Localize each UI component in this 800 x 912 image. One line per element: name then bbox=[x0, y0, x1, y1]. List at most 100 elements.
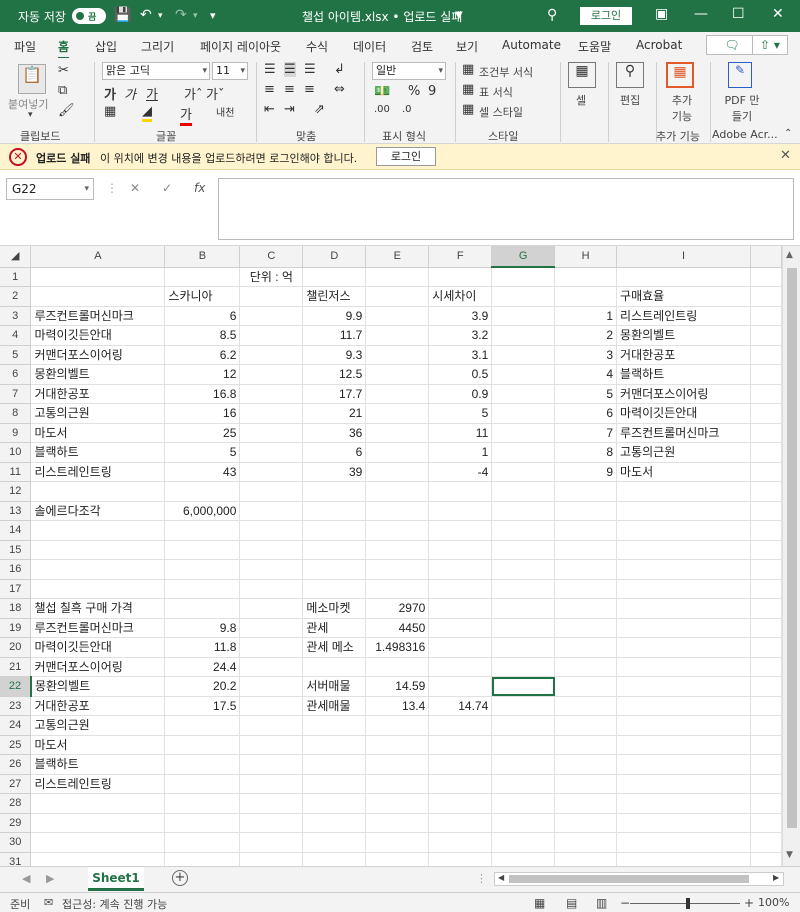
cell[interactable] bbox=[491, 735, 556, 755]
cell[interactable]: 마력이깃든안대 bbox=[616, 403, 751, 424]
cell[interactable] bbox=[491, 559, 556, 580]
cell[interactable] bbox=[302, 754, 367, 775]
font-size-select[interactable]: 11 ▾ bbox=[212, 62, 248, 80]
cell[interactable] bbox=[616, 813, 751, 833]
align-right-icon[interactable]: ≡ bbox=[304, 82, 315, 97]
message-login-button[interactable]: 로그인 bbox=[376, 147, 436, 166]
cell[interactable] bbox=[428, 520, 493, 541]
row-header[interactable]: 6 bbox=[0, 364, 32, 385]
cell[interactable] bbox=[616, 832, 751, 853]
cell[interactable] bbox=[30, 813, 166, 833]
page-layout-view-icon[interactable]: ▤ bbox=[566, 896, 577, 910]
cell[interactable]: 마도서 bbox=[30, 735, 166, 755]
cell[interactable]: 블랙하트 bbox=[30, 754, 166, 775]
cell[interactable] bbox=[616, 735, 751, 755]
tab-view[interactable]: 보기 bbox=[456, 38, 478, 55]
next-sheet-icon[interactable]: ▶ bbox=[46, 872, 54, 885]
cell[interactable]: 20.2 bbox=[164, 676, 241, 697]
cell[interactable]: 9.8 bbox=[164, 618, 241, 638]
increase-indent-icon[interactable]: ⇥ bbox=[284, 102, 295, 117]
cell[interactable] bbox=[30, 579, 166, 599]
cell[interactable] bbox=[164, 481, 241, 502]
cell[interactable]: 11.8 bbox=[164, 637, 241, 658]
cell[interactable]: 고통의근원 bbox=[30, 715, 166, 736]
cell[interactable] bbox=[239, 618, 304, 638]
cell[interactable]: 마력이깃든안대 bbox=[30, 325, 166, 346]
cell[interactable] bbox=[491, 364, 556, 385]
cell[interactable] bbox=[239, 286, 304, 307]
cell[interactable] bbox=[750, 267, 782, 287]
cell[interactable]: 6 bbox=[554, 403, 618, 424]
cell[interactable] bbox=[491, 540, 556, 560]
save-icon[interactable]: 💾 bbox=[114, 7, 131, 23]
cell[interactable] bbox=[491, 267, 556, 287]
cell[interactable] bbox=[30, 286, 166, 307]
row-header[interactable]: 16 bbox=[0, 559, 32, 580]
cell[interactable] bbox=[365, 735, 430, 755]
cell[interactable] bbox=[365, 286, 430, 307]
cell[interactable] bbox=[491, 306, 556, 326]
cell[interactable] bbox=[491, 520, 556, 541]
cell[interactable] bbox=[491, 501, 556, 521]
align-top-icon[interactable]: ☰ bbox=[264, 62, 276, 77]
cell[interactable] bbox=[554, 637, 618, 658]
decrease-decimal-icon[interactable]: .0 bbox=[402, 104, 412, 115]
cell[interactable]: 챌린저스 bbox=[302, 286, 367, 307]
row-header[interactable]: 10 bbox=[0, 442, 32, 463]
cell[interactable] bbox=[750, 696, 782, 716]
cell[interactable] bbox=[365, 832, 430, 853]
cell[interactable] bbox=[302, 852, 367, 866]
row-header[interactable]: 15 bbox=[0, 540, 32, 560]
cell[interactable]: 스카니아 bbox=[164, 286, 241, 307]
cell[interactable] bbox=[239, 579, 304, 599]
row-header[interactable]: 29 bbox=[0, 813, 32, 833]
tab-automate[interactable]: Automate bbox=[502, 38, 561, 52]
zoom-out-icon[interactable]: − bbox=[620, 896, 630, 910]
cell[interactable] bbox=[616, 754, 751, 775]
cell[interactable]: 3 bbox=[554, 345, 618, 365]
cell[interactable] bbox=[365, 715, 430, 736]
cell[interactable] bbox=[616, 657, 751, 677]
cell[interactable]: -4 bbox=[428, 462, 493, 482]
cell[interactable] bbox=[554, 540, 618, 560]
cell[interactable] bbox=[164, 267, 241, 287]
cell[interactable]: 6,000,000 bbox=[164, 501, 241, 521]
tab-review[interactable]: 검토 bbox=[411, 38, 433, 55]
cell[interactable] bbox=[750, 735, 782, 755]
cell[interactable] bbox=[554, 715, 618, 736]
cell[interactable] bbox=[616, 520, 751, 541]
row-header[interactable]: 12 bbox=[0, 481, 32, 502]
cell-style-icon[interactable]: ▦ bbox=[462, 102, 474, 117]
cell[interactable] bbox=[164, 559, 241, 580]
cell[interactable] bbox=[365, 325, 430, 346]
tab-data[interactable]: 데이터 bbox=[353, 38, 386, 55]
cell[interactable] bbox=[302, 520, 367, 541]
cell[interactable]: 7 bbox=[554, 423, 618, 443]
cell[interactable] bbox=[616, 501, 751, 521]
cell[interactable] bbox=[750, 676, 782, 697]
redo-dropdown-icon[interactable]: ▾ bbox=[193, 11, 198, 21]
cell[interactable] bbox=[750, 637, 782, 658]
conditional-format-button[interactable]: 조건부 서식 bbox=[479, 64, 533, 80]
cell[interactable]: 루즈컨트롤머신마크 bbox=[30, 618, 166, 638]
cell[interactable]: 16.8 bbox=[164, 384, 241, 404]
cell[interactable] bbox=[428, 832, 493, 853]
cell[interactable]: 몽환의벨트 bbox=[30, 676, 166, 697]
cell[interactable]: 3.1 bbox=[428, 345, 493, 365]
cell[interactable] bbox=[554, 267, 618, 287]
phonetic-icon[interactable]: 내천 bbox=[216, 104, 234, 119]
cell[interactable] bbox=[750, 715, 782, 736]
cell[interactable] bbox=[239, 676, 304, 697]
name-box[interactable]: G22 ▾ bbox=[6, 178, 94, 200]
cell[interactable] bbox=[428, 267, 493, 287]
undo-icon[interactable]: ↶ bbox=[140, 7, 152, 23]
cell[interactable] bbox=[428, 501, 493, 521]
cell[interactable] bbox=[491, 325, 556, 346]
addins-grid-icon[interactable]: ▦ bbox=[666, 62, 694, 88]
cell[interactable] bbox=[239, 852, 304, 866]
cell[interactable] bbox=[302, 267, 367, 287]
cell[interactable] bbox=[616, 715, 751, 736]
cell[interactable]: 2970 bbox=[365, 598, 430, 619]
cell[interactable]: 1.498316 bbox=[365, 637, 430, 658]
cell[interactable] bbox=[239, 774, 304, 794]
